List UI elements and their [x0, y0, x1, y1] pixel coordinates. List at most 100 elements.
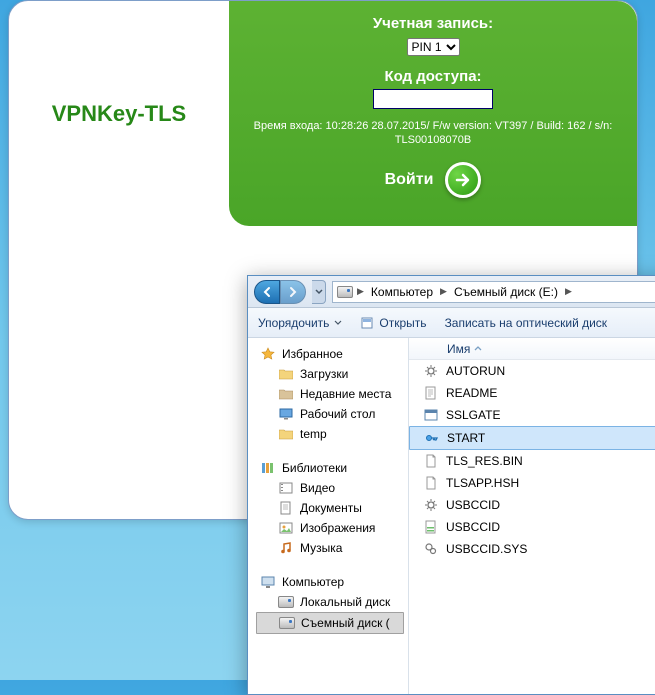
tree-item-desktop[interactable]: Рабочий стол: [256, 404, 404, 424]
star-icon: [260, 346, 276, 362]
file-row[interactable]: TLS_RES.BIN: [409, 450, 655, 472]
tree-label: Локальный диск: [300, 595, 390, 609]
tree-item-documents[interactable]: Документы: [256, 498, 404, 518]
nav-history-dropdown[interactable]: [312, 280, 326, 304]
file-name: SSLGATE: [446, 408, 500, 422]
tree-libraries-header[interactable]: Библиотеки: [256, 458, 404, 478]
file-row[interactable]: AUTORUN: [409, 360, 655, 382]
file-name: USBCCID.SYS: [446, 542, 527, 556]
file-icon: [423, 475, 439, 491]
drive-icon: [279, 615, 295, 631]
breadcrumb-sep-icon: ▶: [440, 286, 447, 297]
login-label: Войти: [385, 171, 434, 189]
vpn-logo-text: VPNKey-TLS: [52, 101, 186, 127]
file-row[interactable]: TLSAPP.HSH: [409, 472, 655, 494]
tree-label: Компьютер: [282, 575, 344, 589]
computer-icon: [260, 574, 276, 590]
file-row[interactable]: README: [409, 382, 655, 404]
key-icon: [424, 430, 440, 446]
toolbar-open[interactable]: Открыть: [360, 316, 426, 330]
settings-icon: [423, 497, 439, 513]
file-row[interactable]: USBCCID: [409, 494, 655, 516]
libraries-icon: [260, 460, 276, 476]
file-name: TLS_RES.BIN: [446, 454, 523, 468]
tree-label: Съемный диск (: [301, 616, 390, 630]
vpn-info: Время входа: 10:28:26 28.07.2015/ F/w ve…: [229, 119, 637, 148]
arrow-left-icon: [261, 286, 273, 298]
file-list: Имя AUTORUN README SSLGATE START TLS_RES.BIN…: [409, 338, 655, 694]
toolbar-organize[interactable]: Упорядочить: [258, 316, 342, 330]
file-name: USBCCID: [446, 498, 500, 512]
tree-label: Музыка: [300, 541, 342, 555]
vpn-logo-area: VPNKey-TLS: [9, 1, 229, 226]
file-row[interactable]: USBCCID.SYS: [409, 538, 655, 560]
sys-icon: [423, 541, 439, 557]
cat-icon: [423, 519, 439, 535]
tree-label: Изображения: [300, 521, 375, 535]
tree-libraries: Библиотеки Видео Документы Изображения М…: [256, 458, 404, 558]
explorer-toolbar: Упорядочить Открыть Записать на оптическ…: [248, 308, 655, 338]
toolbar-burn[interactable]: Записать на оптический диск: [445, 316, 608, 330]
music-icon: [278, 540, 294, 556]
breadcrumb[interactable]: Съемный диск (E:): [451, 285, 561, 299]
tree-label: Недавние места: [300, 387, 391, 401]
folder-icon: [278, 426, 294, 442]
vpn-info-line2: TLS00108070B: [247, 133, 619, 147]
drive-icon: [278, 594, 294, 610]
tree-favorites: Избранное Загрузки Недавние места Рабочи…: [256, 344, 404, 444]
breadcrumb-sep-icon: ▶: [565, 286, 572, 297]
images-icon: [278, 520, 294, 536]
tree-label: temp: [300, 427, 327, 441]
tree-favorites-header[interactable]: Избранное: [256, 344, 404, 364]
nav-forward-button[interactable]: [280, 280, 306, 304]
tree-item-downloads[interactable]: Загрузки: [256, 364, 404, 384]
tree-item-music[interactable]: Музыка: [256, 538, 404, 558]
tree-item-recent[interactable]: Недавние места: [256, 384, 404, 404]
address-bar[interactable]: ▶ Компьютер ▶ Съемный диск (E:) ▶: [332, 281, 655, 303]
tree-label: Видео: [300, 481, 335, 495]
file-name: AUTORUN: [446, 364, 505, 378]
pin-select[interactable]: PIN 1: [407, 38, 460, 56]
open-file-icon: [360, 316, 374, 330]
tree-label: Рабочий стол: [300, 407, 375, 421]
explorer-window: ▶ Компьютер ▶ Съемный диск (E:) ▶ Упоряд…: [247, 275, 655, 695]
video-icon: [278, 480, 294, 496]
code-input[interactable]: [373, 89, 493, 109]
file-row[interactable]: START: [409, 426, 655, 450]
chevron-down-icon: [334, 319, 342, 327]
chevron-down-icon: [315, 288, 323, 296]
tree-label: Документы: [300, 501, 362, 515]
tree-item-video[interactable]: Видео: [256, 478, 404, 498]
files-header[interactable]: Имя: [409, 338, 655, 360]
arrow-right-icon: [453, 170, 473, 190]
tree-computer-header[interactable]: Компьютер: [256, 572, 404, 592]
file-name: USBCCID: [446, 520, 500, 534]
nav-back-button[interactable]: [254, 280, 280, 304]
tree-item-removable-disk[interactable]: Съемный диск (: [256, 612, 404, 634]
file-name: TLSAPP.HSH: [446, 476, 519, 490]
nav-tree: Избранное Загрузки Недавние места Рабочи…: [248, 338, 409, 694]
tree-item-temp[interactable]: temp: [256, 424, 404, 444]
file-row[interactable]: SSLGATE: [409, 404, 655, 426]
nav-buttons: [254, 280, 306, 304]
vpn-info-line1: Время входа: 10:28:26 28.07.2015/ F/w ve…: [247, 119, 619, 133]
breadcrumb[interactable]: Компьютер: [368, 285, 436, 299]
tree-item-local-disk[interactable]: Локальный диск: [256, 592, 404, 612]
app-icon: [423, 407, 439, 423]
tree-label: Избранное: [282, 347, 343, 361]
arrow-right-icon: [287, 286, 299, 298]
account-label: Учетная запись:: [229, 15, 637, 32]
settings-icon: [423, 363, 439, 379]
folder-icon: [278, 366, 294, 382]
tree-item-images[interactable]: Изображения: [256, 518, 404, 538]
breadcrumb-sep-icon: ▶: [357, 286, 364, 297]
code-label: Код доступа:: [229, 68, 637, 85]
text-icon: [423, 385, 439, 401]
login-button[interactable]: [445, 162, 481, 198]
tree-label: Библиотеки: [282, 461, 347, 475]
tree-label: Загрузки: [300, 367, 348, 381]
vpn-form-area: Учетная запись: PIN 1 Код доступа: Время…: [229, 1, 637, 226]
sort-asc-icon: [474, 345, 482, 353]
file-row[interactable]: USBCCID: [409, 516, 655, 538]
drive-icon: [337, 284, 353, 300]
